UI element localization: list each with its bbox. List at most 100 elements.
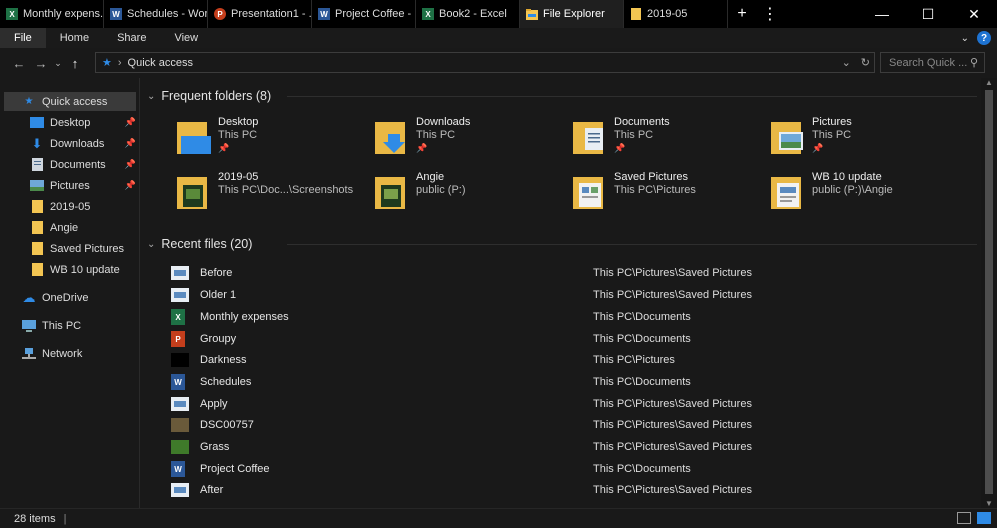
ribbon-expand-icon[interactable]: ⌄ (961, 33, 969, 44)
word-icon: W (318, 8, 330, 20)
recent-file-row[interactable]: W Project Coffee This PC\Documents (171, 459, 971, 479)
folder-tile-saved-pictures[interactable]: Saved Pictures This PC\Pictures (573, 171, 763, 219)
nav-label: Documents (50, 158, 106, 171)
ribbon-tab-home[interactable]: Home (46, 28, 103, 48)
word-icon: W (110, 8, 122, 20)
file-name: Older 1 (200, 289, 237, 301)
tab-schedules-word[interactable]: W Schedules - Word (104, 0, 208, 28)
folder-name: WB 10 update (812, 171, 882, 183)
excel-icon: X (6, 8, 18, 20)
search-placeholder: Search Quick ... (889, 56, 968, 69)
recent-file-row[interactable]: Darkness This PC\Pictures (171, 350, 971, 370)
recent-files-header[interactable]: ⌄ Recent files (20) (147, 234, 977, 254)
address-path: Quick access (127, 56, 193, 69)
tab-2019-05[interactable]: 2019-05 (624, 0, 728, 28)
group-title: Frequent folders (8) (161, 89, 272, 103)
nav-network[interactable]: Network (4, 344, 136, 363)
documents-folder-icon (573, 120, 607, 156)
nav-label: Saved Pictures (50, 242, 124, 255)
folder-tile-downloads[interactable]: Downloads This PC 📌 (375, 116, 565, 164)
nav-item-2019-05[interactable]: 2019-05 (4, 197, 136, 216)
nav-label: Desktop (50, 116, 91, 129)
up-arrow-icon[interactable]: ↑ (64, 56, 86, 71)
details-view-icon[interactable] (957, 512, 971, 524)
folder-tile-angie[interactable]: Angie public (P:) (375, 171, 565, 219)
forward-arrow-icon[interactable]: → (30, 56, 52, 71)
pin-icon: 📌 (124, 138, 136, 148)
recent-file-row[interactable]: After This PC\Pictures\Saved Pictures (171, 480, 971, 500)
ribbon-tab-file[interactable]: File (0, 28, 46, 48)
refresh-icon[interactable]: ↻ (861, 56, 870, 69)
folder-tile-wb-10-update[interactable]: WB 10 update public (P:)\Angie (771, 171, 961, 219)
folder-thumbnail-icon (177, 175, 211, 211)
image-file-icon (171, 483, 189, 497)
tab-file-explorer[interactable]: File Explorer (520, 0, 624, 28)
folder-tile-2019-05[interactable]: 2019-05 This PC\Doc...\Screenshots (177, 171, 367, 219)
tab-label: File Explorer (543, 8, 605, 20)
recent-file-row[interactable]: W Schedules This PC\Documents (171, 372, 971, 392)
nav-item-pictures[interactable]: Pictures 📌 (4, 176, 136, 195)
nav-item-documents[interactable]: Documents 📌 (4, 155, 136, 174)
nav-item-saved-pictures[interactable]: Saved Pictures (4, 239, 136, 258)
minimize-button[interactable]: — (859, 0, 905, 28)
folder-tile-pictures[interactable]: Pictures This PC 📌 (771, 116, 961, 164)
file-location: This PC\Documents (593, 463, 691, 475)
tab-presentation1[interactable]: P Presentation1 - ... (208, 0, 312, 28)
search-input[interactable]: Search Quick ... ⚲ (880, 52, 985, 73)
tab-project-coffee[interactable]: W Project Coffee - ... (312, 0, 416, 28)
ribbon-tab-view[interactable]: View (160, 28, 212, 48)
close-button[interactable]: ✕ (951, 0, 997, 28)
nav-item-desktop[interactable]: Desktop 📌 (4, 113, 136, 132)
file-location: This PC\Pictures\Saved Pictures (593, 419, 752, 431)
frequent-folders-header[interactable]: ⌄ Frequent folders (8) (147, 86, 977, 106)
recent-file-row[interactable]: Grass This PC\Pictures\Saved Pictures (171, 437, 971, 457)
recent-locations-chevron-icon[interactable]: ⌄ (52, 58, 64, 69)
folder-name: Saved Pictures (614, 171, 688, 183)
scroll-up-icon[interactable]: ▲ (985, 78, 993, 87)
back-arrow-icon[interactable]: ← (8, 56, 30, 71)
folder-name: Pictures (812, 116, 852, 128)
more-options-button[interactable]: ⋮ (756, 0, 784, 28)
nav-quick-access[interactable]: ★ Quick access (4, 92, 136, 111)
recent-file-row[interactable]: Apply This PC\Pictures\Saved Pictures (171, 394, 971, 414)
vertical-scrollbar[interactable]: ▲ ▼ (981, 78, 997, 508)
tab-monthly-expenses[interactable]: X Monthly expens... (0, 0, 104, 28)
collapse-chevron-icon[interactable]: ⌄ (147, 239, 155, 250)
chevron-right-icon: › (117, 56, 122, 69)
recent-file-row[interactable]: X Monthly expenses This PC\Documents (171, 307, 971, 327)
folder-tile-desktop[interactable]: Desktop This PC 📌 (177, 116, 367, 164)
file-location: This PC\Pictures\Saved Pictures (593, 441, 752, 453)
folder-tile-documents[interactable]: Documents This PC 📌 (573, 116, 763, 164)
help-icon[interactable]: ? (977, 31, 991, 45)
recent-file-row[interactable]: DSC00757 This PC\Pictures\Saved Pictures (171, 415, 971, 435)
folder-location: This PC (812, 129, 852, 141)
recent-file-row[interactable]: Older 1 This PC\Pictures\Saved Pictures (171, 285, 971, 305)
nav-label: 2019-05 (50, 200, 91, 213)
new-tab-button[interactable]: + (728, 0, 756, 28)
scroll-down-icon[interactable]: ▼ (985, 499, 993, 508)
nav-item-downloads[interactable]: ⬇ Downloads 📌 (4, 134, 136, 153)
group-divider (287, 96, 977, 97)
recent-file-row[interactable]: Before This PC\Pictures\Saved Pictures (171, 263, 971, 283)
file-name: Darkness (200, 354, 247, 366)
recent-file-row[interactable]: P Groupy This PC\Documents (171, 329, 971, 349)
file-name: Grass (200, 441, 230, 453)
address-bar[interactable]: ★ › Quick access ⌄ ↻ (95, 52, 875, 73)
nav-item-angie[interactable]: Angie (4, 218, 136, 237)
ribbon-tab-share[interactable]: Share (103, 28, 160, 48)
image-file-icon (171, 266, 189, 280)
nav-this-pc[interactable]: This PC (4, 316, 136, 335)
nav-onedrive[interactable]: ☁ OneDrive (4, 288, 136, 307)
file-location: This PC\Pictures\Saved Pictures (593, 398, 752, 410)
maximize-button[interactable]: ☐ (905, 0, 951, 28)
scrollbar-thumb[interactable] (985, 90, 993, 494)
folder-icon (630, 8, 642, 20)
file-explorer-icon (526, 8, 538, 20)
tab-book2-excel[interactable]: X Book2 - Excel (416, 0, 520, 28)
large-icons-view-icon[interactable] (977, 512, 991, 524)
folder-name: Desktop (218, 116, 259, 128)
address-dropdown-icon[interactable]: ⌄ (842, 56, 851, 69)
collapse-chevron-icon[interactable]: ⌄ (147, 91, 155, 102)
nav-item-wb-10-update[interactable]: WB 10 update (4, 260, 136, 279)
pin-icon: 📌 (124, 117, 136, 127)
